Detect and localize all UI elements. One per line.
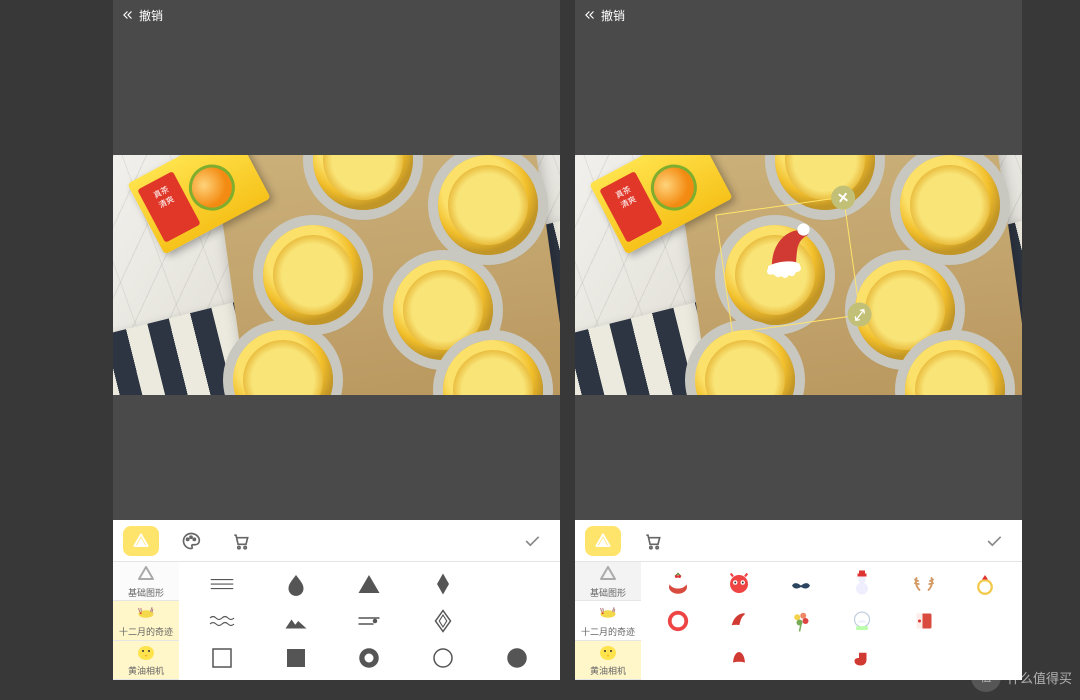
confirm-button[interactable]	[514, 526, 550, 556]
category-label: 十二月的奇迹	[581, 625, 635, 638]
santa-hat-sticker	[748, 213, 827, 292]
sticker-panel: 基础图形 十二月的奇迹 黄油相机	[113, 562, 560, 680]
shape-diamond[interactable]	[406, 566, 480, 603]
undo-label: 撤销	[601, 7, 625, 24]
shape-mountain[interactable]	[259, 603, 333, 640]
category-label: 黄油相机	[128, 664, 164, 677]
category-butter[interactable]: 黄油相机	[575, 641, 641, 680]
tab-shapes[interactable]	[585, 526, 621, 556]
cart-icon	[643, 531, 663, 551]
watermark-badge: 值	[971, 662, 1001, 692]
triangle-stacked-icon	[593, 531, 613, 551]
sticker-hat-red[interactable]	[709, 639, 771, 676]
edit-canvas[interactable]: 真茶清爽	[113, 30, 560, 520]
undo-double-arrow-icon	[121, 8, 135, 22]
topbar: 撤销	[113, 0, 560, 30]
undo-label: 撤销	[139, 7, 163, 24]
chick-icon	[134, 642, 158, 662]
undo-button[interactable]: 撤销	[121, 7, 163, 24]
shape-square-outline[interactable]	[185, 639, 259, 676]
xmas-sticker-grid	[641, 562, 1022, 680]
category-label: 黄油相机	[590, 664, 626, 677]
watermark-text: 什么值得买	[1007, 668, 1072, 687]
check-icon	[522, 531, 542, 551]
triangle-outline-icon	[134, 562, 158, 586]
sticker-santa-hat[interactable]	[709, 603, 771, 640]
sticker-wreath[interactable]	[647, 603, 709, 640]
category-butter[interactable]: 黄油相机	[113, 641, 179, 680]
category-column: 基础图形 十二月的奇迹 黄油相机	[113, 562, 179, 680]
category-label: 十二月的奇迹	[119, 625, 173, 638]
undo-button[interactable]: 撤销	[583, 7, 625, 24]
shape-circle-outline[interactable]	[406, 639, 480, 676]
photo: 真茶清爽	[113, 155, 560, 395]
shape-square-solid[interactable]	[259, 639, 333, 676]
category-december[interactable]: 十二月的奇迹	[113, 601, 179, 640]
triangle-stacked-icon	[131, 531, 151, 551]
shape-circle-solid[interactable]	[480, 639, 554, 676]
sticker-blank[interactable]	[770, 639, 832, 676]
sticker-snowman[interactable]	[832, 566, 894, 603]
category-label: 基础图形	[590, 586, 626, 599]
placed-sticker-selection[interactable]: ✕ ⤢	[715, 197, 860, 334]
undo-double-arrow-icon	[583, 8, 597, 22]
reindeer-icon	[596, 603, 620, 623]
category-label: 基础图形	[128, 586, 164, 599]
topbar: 撤销	[575, 0, 1022, 30]
tab-store[interactable]	[635, 526, 671, 556]
edit-canvas[interactable]: 真茶清爽 ✕ ⤢	[575, 30, 1022, 520]
category-column: 基础图形 十二月的奇迹 黄油相机	[575, 562, 641, 680]
shape-wavy[interactable]	[185, 603, 259, 640]
sticker-mustache[interactable]	[770, 566, 832, 603]
palette-icon	[181, 531, 201, 551]
shape-lines-cloud[interactable]	[333, 603, 407, 640]
sticker-blank[interactable]	[893, 639, 955, 676]
tool-row	[575, 520, 1022, 562]
shape-drop[interactable]	[259, 566, 333, 603]
confirm-button[interactable]	[976, 526, 1012, 556]
cart-icon	[231, 531, 251, 551]
sticker-blank[interactable]	[647, 639, 709, 676]
shape-triangle[interactable]	[333, 566, 407, 603]
sticker-card[interactable]	[893, 603, 955, 640]
app-screenshot-right: 撤销 真茶清爽 ✕	[575, 0, 1022, 680]
triangle-outline-icon	[596, 562, 620, 586]
sticker-antlers[interactable]	[893, 566, 955, 603]
sticker-stocking[interactable]	[832, 639, 894, 676]
sticker-snowglobe[interactable]	[832, 603, 894, 640]
category-december[interactable]: 十二月的奇迹	[575, 601, 641, 640]
sticker-ring[interactable]	[955, 566, 1017, 603]
shape-diamond-outline[interactable]	[406, 603, 480, 640]
app-screenshot-left: 撤销 真茶清爽	[113, 0, 560, 680]
photo: 真茶清爽 ✕ ⤢	[575, 155, 1022, 395]
shapes-grid	[179, 562, 560, 680]
shape-lines[interactable]	[185, 566, 259, 603]
category-basic[interactable]: 基础图形	[575, 562, 641, 601]
sticker-pudding[interactable]	[647, 566, 709, 603]
tab-palette[interactable]	[173, 526, 209, 556]
watermark: 值 什么值得买	[971, 662, 1072, 692]
tab-store[interactable]	[223, 526, 259, 556]
sticker-blank[interactable]	[955, 603, 1017, 640]
check-icon	[984, 531, 1004, 551]
tool-row	[113, 520, 560, 562]
category-basic[interactable]: 基础图形	[113, 562, 179, 601]
sticker-bouquet[interactable]	[770, 603, 832, 640]
reindeer-icon	[134, 603, 158, 623]
chick-icon	[596, 642, 620, 662]
tab-shapes[interactable]	[123, 526, 159, 556]
sticker-monster[interactable]	[709, 566, 771, 603]
sticker-panel: 基础图形 十二月的奇迹 黄油相机	[575, 562, 1022, 680]
shape-circle-hole[interactable]	[333, 639, 407, 676]
